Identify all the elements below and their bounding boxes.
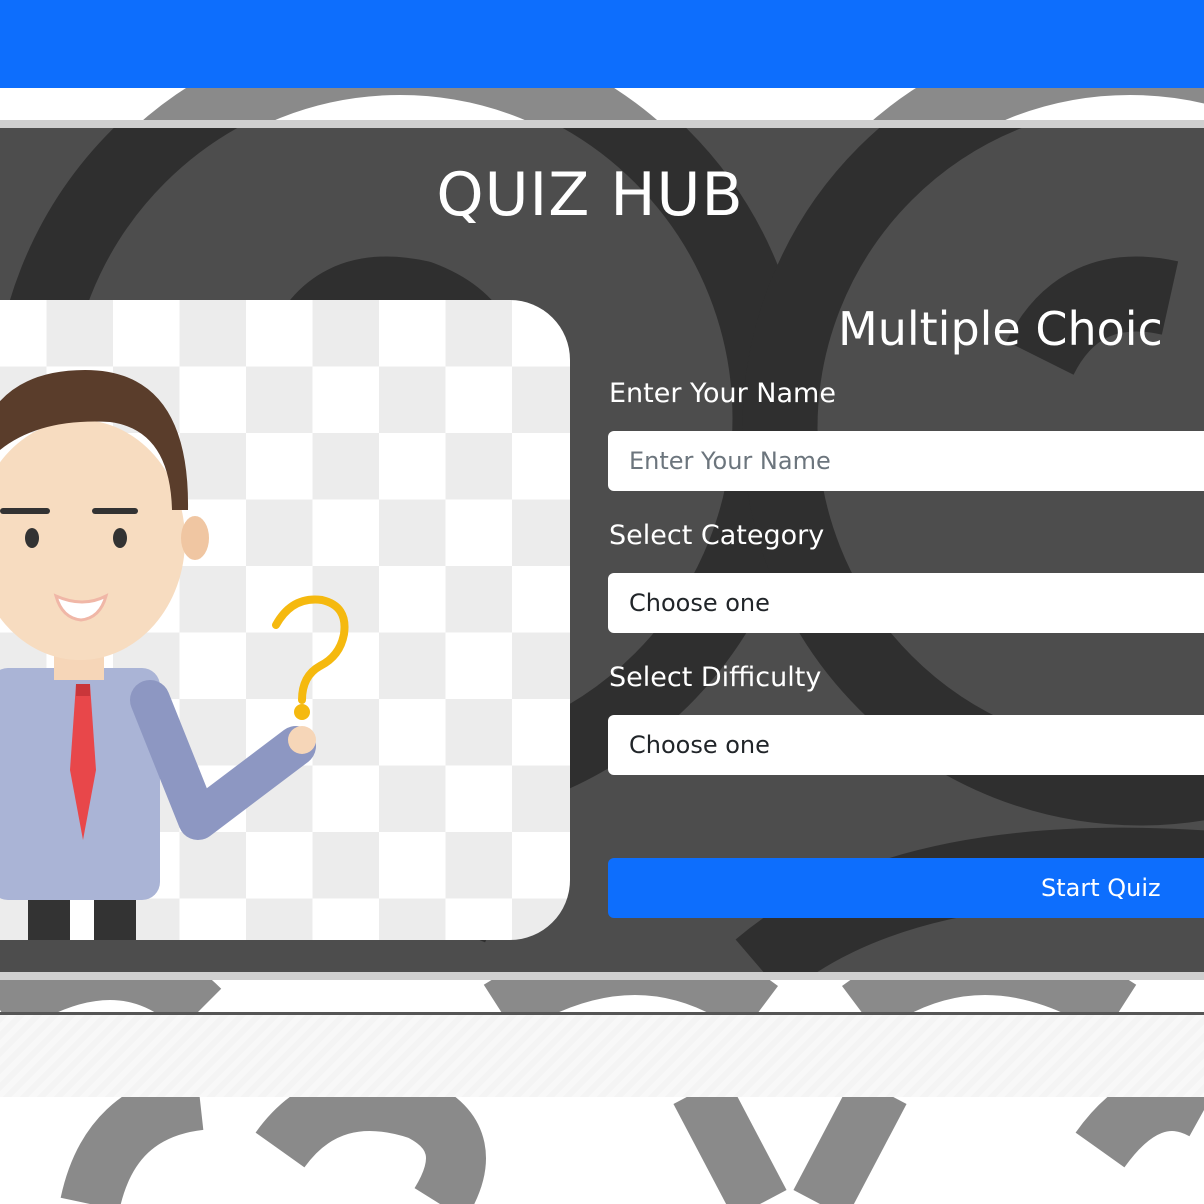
top-navbar	[0, 0, 1204, 88]
difficulty-selected-value: Choose one	[629, 731, 770, 759]
start-quiz-button[interactable]: Start Quiz	[608, 858, 1204, 918]
category-select[interactable]: Choose one	[608, 573, 1204, 633]
footer	[0, 1012, 1204, 1097]
category-label: Select Category	[609, 520, 825, 551]
divider-top	[0, 120, 1204, 128]
quiz-hub-page: QUIZ HUB Multiple Choic Enter Your Name …	[0, 0, 1204, 1204]
name-input[interactable]	[608, 431, 1204, 491]
category-selected-value: Choose one	[629, 589, 770, 617]
difficulty-label: Select Difficulty	[609, 662, 822, 693]
difficulty-select[interactable]: Choose one	[608, 715, 1204, 775]
page-title: QUIZ HUB	[436, 160, 744, 230]
man-with-question-mark-illustration	[0, 370, 349, 940]
divider-bottom	[0, 972, 1204, 980]
illustration-card	[0, 300, 570, 940]
name-label: Enter Your Name	[609, 378, 836, 409]
form-heading: Multiple Choic	[838, 302, 1163, 356]
